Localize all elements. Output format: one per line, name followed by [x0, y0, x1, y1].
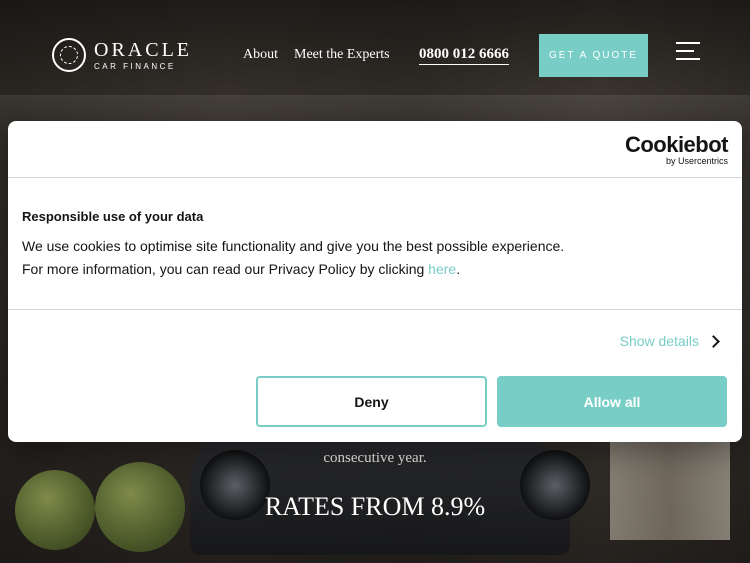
nav-meet-experts[interactable]: Meet the Experts [294, 47, 390, 63]
divider-top [8, 177, 742, 178]
divider-bottom [8, 309, 742, 310]
dialog-body: We use cookies to optimise site function… [22, 235, 564, 281]
dialog-line-2: For more information, you can read our P… [22, 258, 564, 281]
logo-main-text: ORACLE [94, 38, 192, 61]
nav-about[interactable]: About [243, 47, 278, 63]
hero-rate: RATES FROM 8.9% [264, 492, 486, 521]
chevron-right-icon [707, 334, 720, 348]
logo-icon [52, 38, 86, 72]
phone-link[interactable]: 0800 012 6666 [419, 46, 509, 65]
dialog-line-2-suffix: . [456, 261, 461, 277]
logo-sub-text: CAR FINANCE [94, 61, 176, 71]
dialog-line-1: We use cookies to optimise site function… [22, 238, 565, 254]
header: ORACLE CAR FINANCE About Meet the Expert… [0, 0, 750, 110]
allow-all-button[interactable]: Allow all [497, 376, 727, 427]
cookiebot-brand: Cookiebot [624, 132, 729, 157]
dialog-title: Responsible use of your data [22, 209, 204, 224]
privacy-here-link[interactable]: here [428, 261, 456, 277]
cookiebot-brand-sub: by Usercentrics [665, 156, 728, 166]
hero-subtext: consecutive year. [323, 450, 427, 466]
logo[interactable]: ORACLE CAR FINANCE [52, 38, 192, 72]
cookiebot-logo: Cookiebot by Usercentrics [624, 132, 729, 167]
get-quote-button[interactable]: GET A QUOTE [539, 34, 648, 77]
cookie-consent-dialog: Cookiebot by Usercentrics Responsible us… [8, 121, 742, 442]
dialog-line-2-text: For more information, you can read our P… [22, 261, 429, 277]
hamburger-menu-icon[interactable] [676, 42, 700, 62]
people-group [610, 430, 730, 540]
deny-button[interactable]: Deny [256, 376, 487, 427]
show-details-label: Show details [619, 333, 699, 349]
show-details-link[interactable]: Show details [619, 333, 720, 349]
